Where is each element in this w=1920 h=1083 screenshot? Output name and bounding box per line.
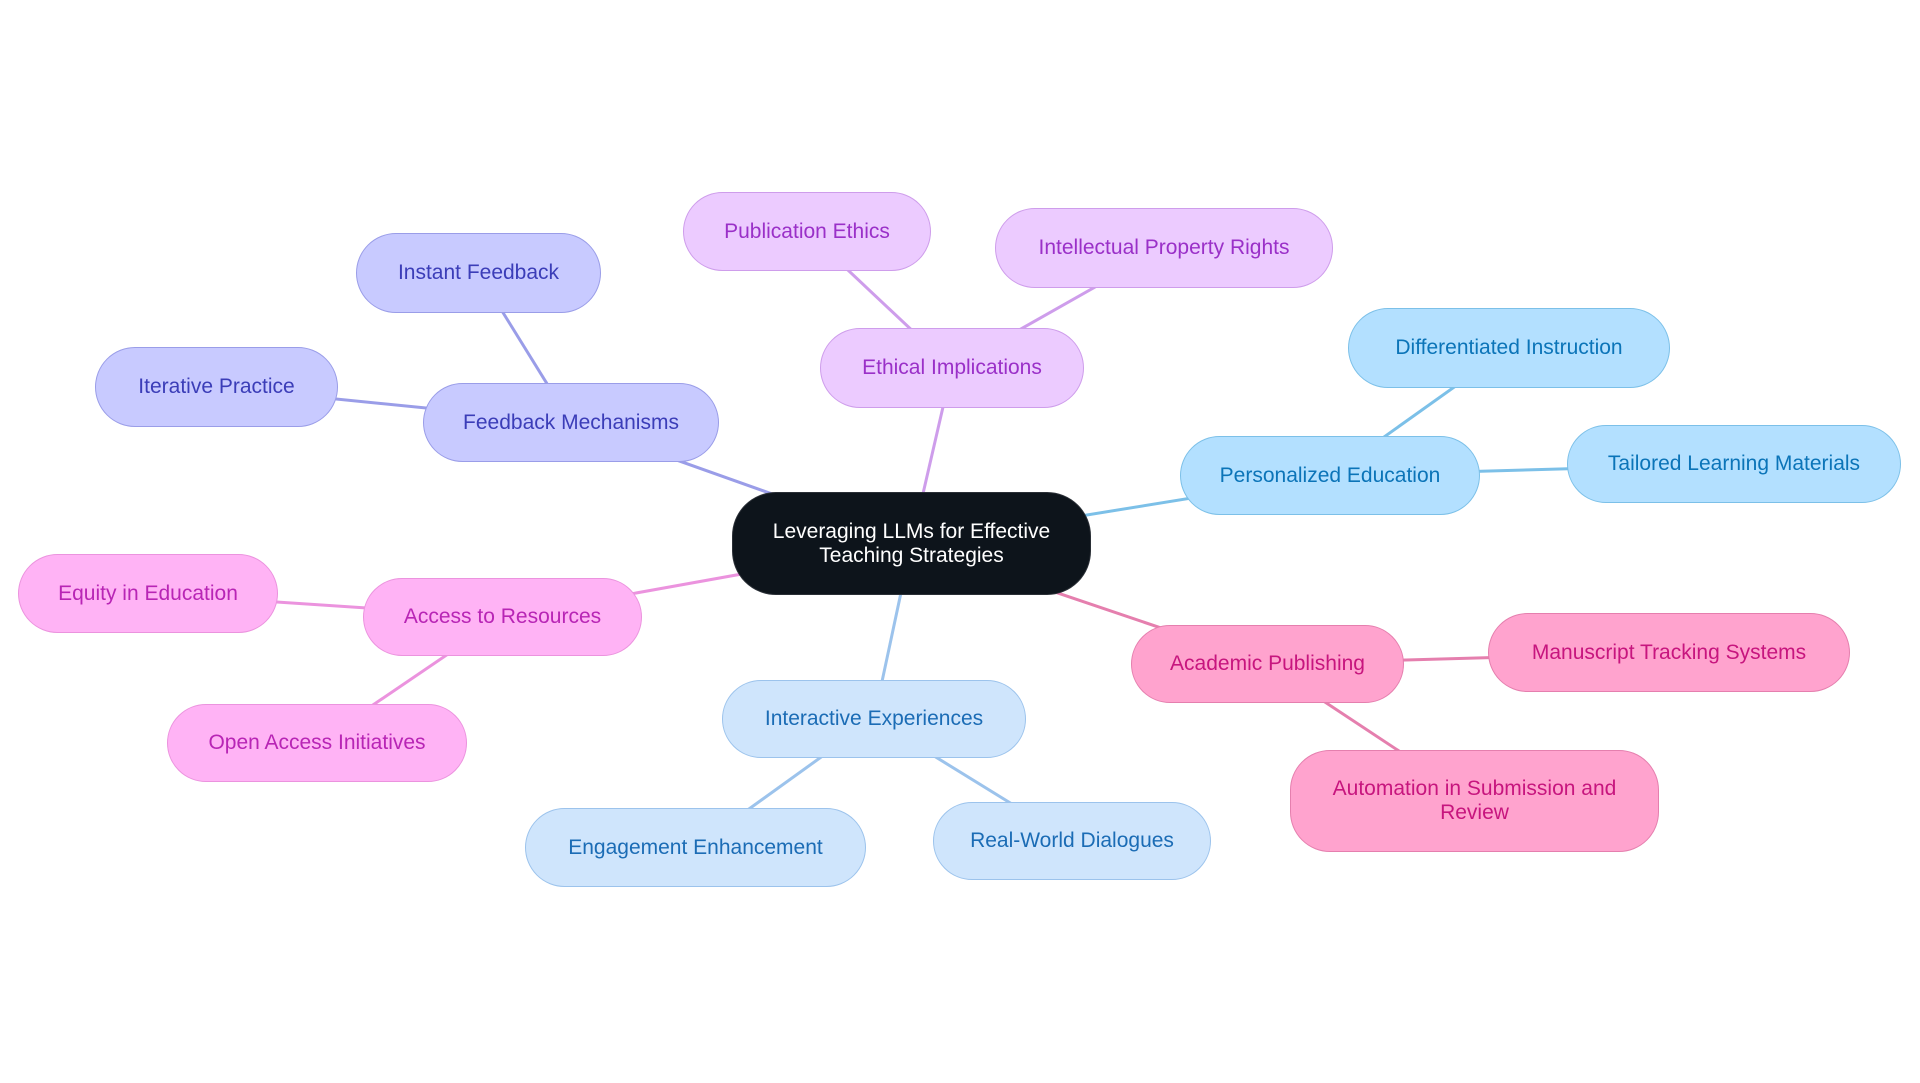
node-personalized-education[interactable]: Personalized Education [1180,436,1480,515]
node-publication-ethics[interactable]: Publication Ethics [683,192,931,271]
node-open-access-initiatives[interactable]: Open Access Initiatives [167,704,467,782]
node-real-world-dialogues[interactable]: Real-World Dialogues [933,802,1211,880]
node-feedback-mechanisms[interactable]: Feedback Mechanisms [423,383,719,462]
node-engagement-enhancement[interactable]: Engagement Enhancement [525,808,866,887]
node-tailored-learning-materials[interactable]: Tailored Learning Materials [1567,425,1901,503]
node-intellectual-property-rights[interactable]: Intellectual Property Rights [995,208,1333,288]
node-instant-feedback[interactable]: Instant Feedback [356,233,601,313]
node-iterative-practice[interactable]: Iterative Practice [95,347,338,427]
node-interactive-experiences[interactable]: Interactive Experiences [722,680,1026,758]
node-automation-in-submission-and-review[interactable]: Automation in Submission and Review [1290,750,1659,852]
node-academic-publishing[interactable]: Academic Publishing [1131,625,1404,703]
node-differentiated-instruction[interactable]: Differentiated Instruction [1348,308,1670,388]
node-equity-in-education[interactable]: Equity in Education [18,554,278,633]
node-ethical-implications[interactable]: Ethical Implications [820,328,1084,408]
node-manuscript-tracking-systems[interactable]: Manuscript Tracking Systems [1488,613,1850,692]
root-node[interactable]: Leveraging LLMs for Effective Teaching S… [732,492,1091,595]
node-access-to-resources[interactable]: Access to Resources [363,578,642,656]
